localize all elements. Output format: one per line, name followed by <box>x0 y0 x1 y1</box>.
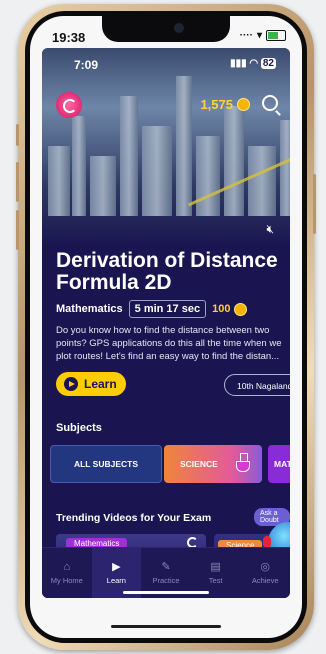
app-status-time: 7:09 <box>74 58 99 72</box>
wifi-icon: ▾ <box>256 30 262 41</box>
signal-icon: ▮▮▮ <box>230 58 247 69</box>
app-logo-icon[interactable] <box>56 92 82 118</box>
mute-switch <box>16 124 19 146</box>
mute-icon[interactable]: 🔇︎ <box>266 222 274 237</box>
subjects-heading: Subjects <box>56 422 102 434</box>
notch <box>102 16 230 42</box>
app-status-bar: 7:09 ▮▮▮ ◠ 82 <box>42 48 290 74</box>
subject-chip-science[interactable]: SCIENCE <box>164 445 262 483</box>
hero-video[interactable] <box>42 48 290 246</box>
target-icon: ◎ <box>260 561 270 573</box>
nav-item-achieve[interactable]: ◎ Achieve <box>240 548 290 598</box>
subject-chip-all[interactable]: ALL SUBJECTS <box>50 445 162 483</box>
coin-balance[interactable]: 1,575 <box>200 97 250 112</box>
video-points: 100 <box>212 302 248 316</box>
phone-screen: 19:38 ···· ▾ 7:09 ▮▮▮ ◠ 82 1,575 🔇︎ Deri… <box>30 16 302 638</box>
volume-down-button <box>16 210 19 250</box>
nav-label: Test <box>208 576 223 585</box>
nav-label: Learn <box>106 576 126 585</box>
board-selector[interactable]: 10th Nagaland Board <box>224 374 290 396</box>
phone-frame: 19:38 ···· ▾ 7:09 ▮▮▮ ◠ 82 1,575 🔇︎ Deri… <box>16 4 316 650</box>
battery-icon <box>266 30 286 41</box>
video-meta: Mathematics 5 min 17 sec 100 <box>56 300 248 318</box>
nav-label: Practice <box>152 576 180 585</box>
bottom-nav: ⌂ My Home ▶ Learn ✎ Practice ▤ Test ◎ Ac… <box>42 547 290 598</box>
video-title: Derivation of Distance Formula 2D <box>56 249 278 294</box>
home-icon: ⌂ <box>63 561 71 573</box>
subject-chip-mathematics[interactable]: MATHEMATIC <box>268 445 290 483</box>
learn-button-label: Learn <box>84 377 117 391</box>
home-indicator[interactable] <box>123 591 209 594</box>
nav-label: Achieve <box>251 576 279 585</box>
coin-icon <box>237 98 250 111</box>
nav-item-my-home[interactable]: ⌂ My Home <box>42 548 92 598</box>
app-status-icons: ▮▮▮ ◠ 82 <box>230 58 276 69</box>
power-button <box>313 174 316 234</box>
coin-count: 1,575 <box>200 97 233 112</box>
pencil-icon: ✎ <box>161 561 171 573</box>
points-value: 100 <box>212 303 231 315</box>
wifi-icon: ◠ <box>249 58 259 69</box>
app-screen: 7:09 ▮▮▮ ◠ 82 1,575 🔇︎ Derivation of Dis… <box>42 48 290 598</box>
document-icon: ▤ <box>210 561 221 573</box>
battery-badge: 82 <box>260 58 276 69</box>
play-square-icon: ▶ <box>112 561 121 573</box>
device-status-icons: ···· ▾ <box>240 30 286 41</box>
coin-icon <box>234 302 248 316</box>
flask-icon <box>236 453 250 473</box>
volume-up-button <box>16 162 19 202</box>
signal-dots-icon: ···· <box>239 30 253 41</box>
camera-icon <box>174 23 184 33</box>
nav-label: My Home <box>50 576 83 585</box>
video-duration: 5 min 17 sec <box>128 300 207 318</box>
search-icon[interactable] <box>262 95 278 111</box>
learn-button[interactable]: Learn <box>56 372 126 396</box>
device-time: 19:38 <box>52 30 86 45</box>
video-description: Do you know how to find the distance bet… <box>56 325 282 362</box>
trending-heading: Trending Videos for Your Exam <box>56 512 212 524</box>
top-bar: 1,575 <box>42 92 290 120</box>
device-home-indicator[interactable] <box>111 625 221 628</box>
video-subject: Mathematics <box>56 303 123 315</box>
play-icon <box>64 377 78 391</box>
subject-chip-label: SCIENCE <box>180 459 218 469</box>
